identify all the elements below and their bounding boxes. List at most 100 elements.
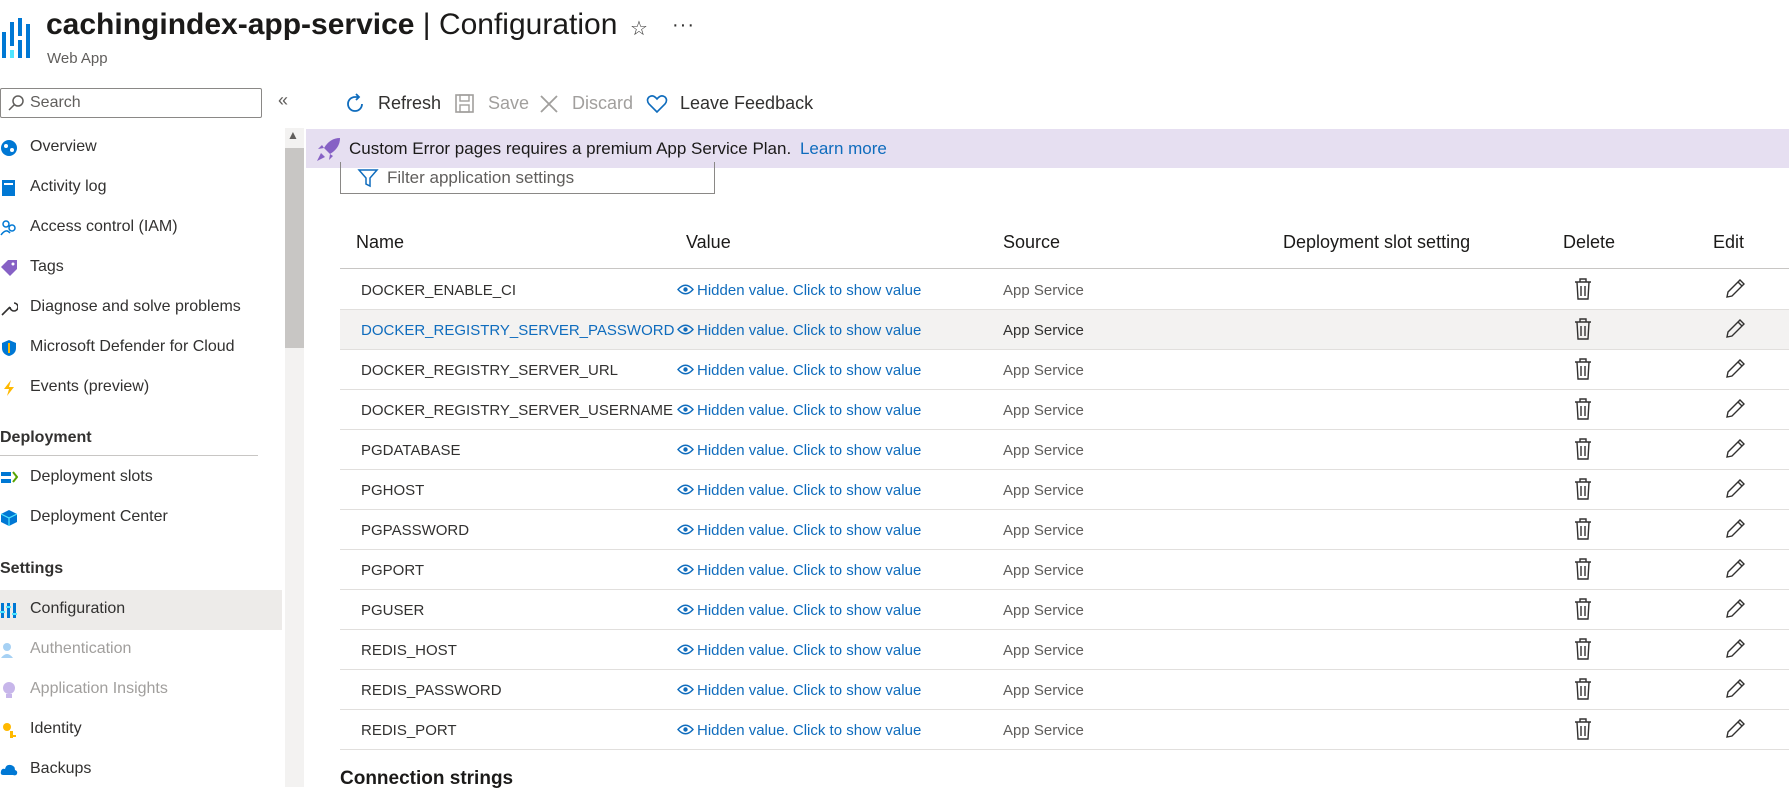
pencil-icon bbox=[1726, 279, 1745, 298]
edit-button[interactable] bbox=[1724, 438, 1746, 465]
table-row[interactable]: DOCKER_REGISTRY_SERVER_PASSWORD Hidden va… bbox=[340, 310, 1789, 350]
sidebar-item-overview[interactable]: Overview bbox=[0, 128, 282, 168]
table-row[interactable]: PGPASSWORD Hidden value. Click to show va… bbox=[340, 510, 1789, 550]
delete-button[interactable] bbox=[1574, 358, 1592, 385]
table-row[interactable]: PGUSER Hidden value. Click to show value A… bbox=[340, 590, 1789, 630]
edit-button[interactable] bbox=[1724, 278, 1746, 305]
favorite-star-icon[interactable]: ☆ bbox=[630, 16, 648, 41]
edit-button[interactable] bbox=[1724, 518, 1746, 545]
sidebar-item-identity[interactable]: Identity bbox=[0, 710, 282, 750]
filter-settings-input[interactable]: Filter application settings bbox=[340, 162, 715, 194]
sidebar-item-authentication[interactable]: Authentication bbox=[0, 630, 282, 670]
edit-button[interactable] bbox=[1724, 398, 1746, 425]
hidden-value-link[interactable]: Hidden value. Click to show value bbox=[677, 442, 921, 459]
sidebar-item-backups[interactable]: Backups bbox=[0, 750, 282, 790]
edit-button[interactable] bbox=[1724, 598, 1746, 625]
setting-source: App Service bbox=[1003, 562, 1084, 579]
delete-button[interactable] bbox=[1574, 718, 1592, 745]
hidden-value-link[interactable]: Hidden value. Click to show value bbox=[677, 322, 921, 339]
setting-source: App Service bbox=[1003, 402, 1084, 419]
deployment-center-icon bbox=[0, 510, 18, 526]
delete-button[interactable] bbox=[1574, 638, 1592, 665]
edit-button[interactable] bbox=[1724, 718, 1746, 745]
sidebar-item-tags[interactable]: Tags bbox=[0, 248, 282, 288]
learn-more-link[interactable]: Learn more bbox=[800, 139, 887, 158]
sidebar-item-deployment-slots[interactable]: Deployment slots bbox=[0, 458, 282, 498]
column-header-value[interactable]: Value bbox=[686, 232, 731, 253]
setting-name[interactable]: DOCKER_REGISTRY_SERVER_USERNAME bbox=[361, 402, 673, 419]
eye-icon bbox=[677, 644, 694, 655]
eye-icon bbox=[677, 684, 694, 695]
column-header-source[interactable]: Source bbox=[1003, 232, 1060, 253]
edit-button[interactable] bbox=[1724, 318, 1746, 345]
table-row[interactable]: REDIS_PORT Hidden value. Click to show va… bbox=[340, 710, 1789, 750]
sidebar-item-defender[interactable]: Microsoft Defender for Cloud bbox=[0, 328, 282, 368]
setting-name[interactable]: REDIS_PASSWORD bbox=[361, 682, 502, 699]
setting-name[interactable]: DOCKER_REGISTRY_SERVER_PASSWORD bbox=[361, 322, 674, 339]
setting-name[interactable]: REDIS_HOST bbox=[361, 642, 457, 659]
table-header-divider bbox=[340, 268, 1789, 269]
sidebar-item-configuration[interactable]: Configuration bbox=[0, 590, 282, 630]
delete-button[interactable] bbox=[1574, 598, 1592, 625]
delete-button[interactable] bbox=[1574, 318, 1592, 345]
hidden-value-link[interactable]: Hidden value. Click to show value bbox=[677, 602, 921, 619]
more-options-icon[interactable]: ··· bbox=[672, 14, 695, 37]
sidebar-item-activity-log[interactable]: Activity log bbox=[0, 168, 282, 208]
hidden-value-link[interactable]: Hidden value. Click to show value bbox=[677, 482, 921, 499]
setting-name[interactable]: PGPORT bbox=[361, 562, 424, 579]
sidebar-item-iam[interactable]: Access control (IAM) bbox=[0, 208, 282, 248]
setting-name[interactable]: DOCKER_REGISTRY_SERVER_URL bbox=[361, 362, 618, 379]
delete-button[interactable] bbox=[1574, 278, 1592, 305]
edit-button[interactable] bbox=[1724, 638, 1746, 665]
table-row[interactable]: REDIS_HOST Hidden value. Click to show va… bbox=[340, 630, 1789, 670]
setting-name[interactable]: PGUSER bbox=[361, 602, 424, 619]
hidden-value-link[interactable]: Hidden value. Click to show value bbox=[677, 642, 921, 659]
table-row[interactable]: REDIS_PASSWORD Hidden value. Click to sho… bbox=[340, 670, 1789, 710]
scroll-up-icon[interactable]: ▲ bbox=[287, 128, 299, 142]
lightning-icon bbox=[4, 380, 14, 396]
edit-button[interactable] bbox=[1724, 558, 1746, 585]
sidebar-item-diagnose[interactable]: Diagnose and solve problems bbox=[0, 288, 282, 328]
sidebar-scrollbar-thumb[interactable] bbox=[285, 148, 304, 348]
setting-name[interactable]: DOCKER_ENABLE_CI bbox=[361, 282, 516, 299]
sidebar-item-deployment-center[interactable]: Deployment Center bbox=[0, 498, 282, 538]
setting-name[interactable]: PGPASSWORD bbox=[361, 522, 469, 539]
hidden-value-link[interactable]: Hidden value. Click to show value bbox=[677, 722, 921, 739]
table-row[interactable]: PGPORT Hidden value. Click to show value A… bbox=[340, 550, 1789, 590]
trash-icon bbox=[1575, 478, 1591, 500]
column-header-name[interactable]: Name bbox=[356, 232, 404, 253]
edit-button[interactable] bbox=[1724, 478, 1746, 505]
pencil-icon bbox=[1726, 679, 1745, 698]
setting-name[interactable]: PGHOST bbox=[361, 482, 424, 499]
table-row[interactable]: DOCKER_REGISTRY_SERVER_URL Hidden value. … bbox=[340, 350, 1789, 390]
delete-button[interactable] bbox=[1574, 438, 1592, 465]
deployment-slots-icon bbox=[1, 471, 18, 483]
sidebar-item-app-insights[interactable]: Application Insights bbox=[0, 670, 282, 710]
save-icon bbox=[455, 94, 474, 113]
hidden-value-link[interactable]: Hidden value. Click to show value bbox=[677, 562, 921, 579]
delete-button[interactable] bbox=[1574, 518, 1592, 545]
eye-icon bbox=[677, 284, 694, 295]
table-row[interactable]: DOCKER_REGISTRY_SERVER_USERNAME Hidden va… bbox=[340, 390, 1789, 430]
delete-button[interactable] bbox=[1574, 398, 1592, 425]
hidden-value-link[interactable]: Hidden value. Click to show value bbox=[677, 522, 921, 539]
edit-button[interactable] bbox=[1724, 678, 1746, 705]
edit-button[interactable] bbox=[1724, 358, 1746, 385]
table-row[interactable]: PGHOST Hidden value. Click to show value A… bbox=[340, 470, 1789, 510]
collapse-sidebar-icon[interactable]: « bbox=[278, 90, 288, 111]
table-row[interactable]: PGDATABASE Hidden value. Click to show va… bbox=[340, 430, 1789, 470]
hidden-value-link[interactable]: Hidden value. Click to show value bbox=[677, 682, 921, 699]
delete-button[interactable] bbox=[1574, 478, 1592, 505]
sidebar-item-events[interactable]: Events (preview) bbox=[0, 368, 282, 408]
delete-button[interactable] bbox=[1574, 678, 1592, 705]
hidden-value-link[interactable]: Hidden value. Click to show value bbox=[677, 362, 921, 379]
hidden-value-link[interactable]: Hidden value. Click to show value bbox=[677, 402, 921, 419]
discard-icon bbox=[540, 95, 558, 113]
sidebar-search-input[interactable]: Search bbox=[0, 88, 262, 118]
setting-name[interactable]: REDIS_PORT bbox=[361, 722, 457, 739]
table-row[interactable]: DOCKER_ENABLE_CI Hidden value. Click to s… bbox=[340, 270, 1789, 310]
setting-name[interactable]: PGDATABASE bbox=[361, 442, 460, 459]
hidden-value-link[interactable]: Hidden value. Click to show value bbox=[677, 282, 921, 299]
column-header-slot-setting[interactable]: Deployment slot setting bbox=[1283, 232, 1470, 253]
delete-button[interactable] bbox=[1574, 558, 1592, 585]
